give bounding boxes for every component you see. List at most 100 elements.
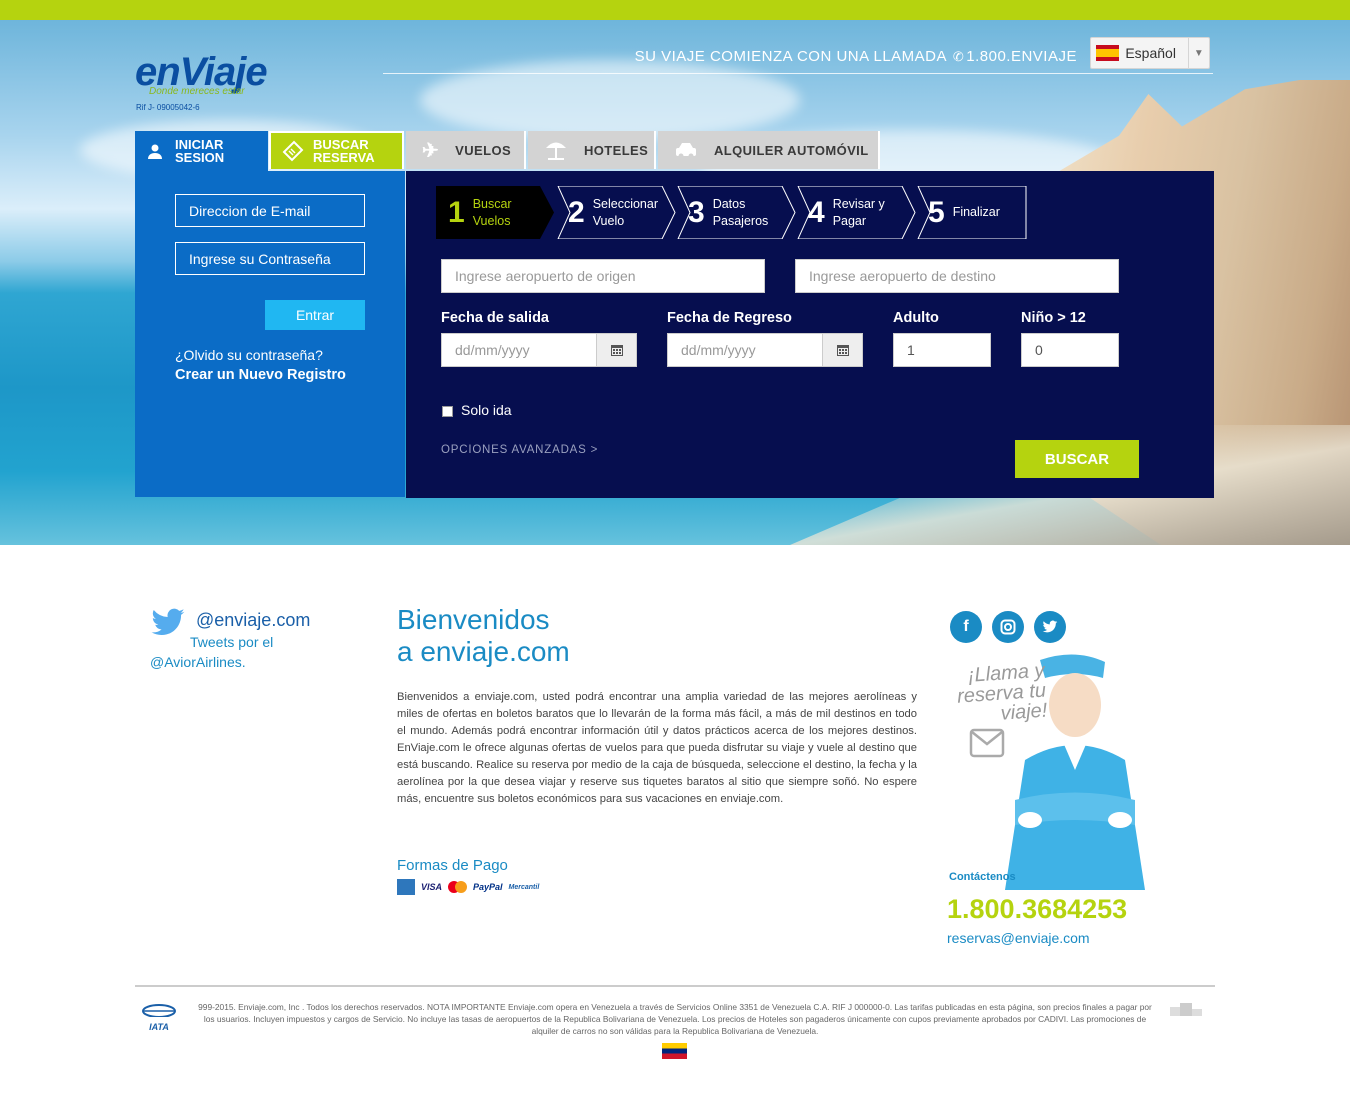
welcome-title-line1: Bienvenidos [397,604,550,635]
tab-label: BUSCAR RESERVA [313,137,375,165]
welcome-title-line2: a enviaje.com [397,636,570,667]
date-placeholder: dd/mm/yyyy [455,342,530,358]
beach-umbrella-icon [546,142,566,160]
top-accent-bar [0,0,1350,20]
step-number: 1 [448,195,465,229]
iata-label: IATA [149,1022,169,1032]
password-field[interactable] [175,242,365,275]
airplane-icon: ✈ [422,139,440,162]
twitter-handle[interactable]: @enviaje.com [196,610,310,631]
mercantil-icon: Mercantil [508,883,540,891]
step-finalizar: 5 Finalizar [916,186,1028,239]
paypal-icon: PayPal [473,882,503,892]
login-panel: Entrar ¿Olvido su contraseña? Crear un N… [135,171,405,497]
origin-airport-input[interactable]: Ingrese aeropuerto de origen [441,259,765,293]
tab-iniciar-sesion[interactable]: INICIAR SESION [135,131,268,171]
venezuela-flag-icon [662,1043,687,1059]
welcome-section: Bienvenidos a enviaje.com Bienvenidos a e… [397,604,917,808]
tweets-by-text: Tweets por el [190,634,274,650]
legal-notice: 999-2015. Enviaje.com, Inc . Todos los d… [198,1002,1152,1036]
child-count-input[interactable]: 0 [1021,333,1119,367]
call-promo-text: ¡Llama y reserva tu viaje! [956,659,1049,725]
step-label: Datos Pasajeros [712,196,769,228]
step-label: Finalizar [952,205,1000,219]
payment-methods: VISA PayPal Mercantil [397,879,539,895]
tab-label: VUELOS [455,142,512,158]
step-number: 4 [808,195,825,229]
language-select[interactable]: Español ▼ [1090,37,1210,69]
contact-phone[interactable]: 1.800.3684253 [947,894,1127,925]
envelope-icon [969,728,1005,758]
advanced-options-link[interactable]: OPCIONES AVANZADAS > [441,444,598,456]
visa-icon: VISA [421,882,443,892]
phone-icon: ✆ [952,49,965,64]
step-number: 3 [688,195,705,229]
call-number: 1.800.ENVIAJE [966,48,1077,65]
welcome-title: Bienvenidos a enviaje.com [397,604,917,668]
call-text: SU VIAJE COMIENZA CON UNA LLAMADA [634,48,947,65]
salida-label: Fecha de salida [441,310,549,326]
tab-label: INICIAR SESION [175,137,225,165]
mastercard-icon [448,881,468,893]
twitter-widget: @enviaje.com Tweets por el @AviorAirline… [150,608,310,670]
search-button[interactable]: BUSCAR [1015,440,1139,478]
iata-globe-icon [142,1004,176,1018]
solo-ida-label: Solo ida [461,402,512,418]
buildings-icon [1170,1003,1202,1016]
calendar-icon[interactable] [822,334,862,366]
tab-label: ALQUILER AUTOMÓVIL [714,142,869,158]
amex-icon [397,879,415,895]
step-revisar-pagar: 4 Revisar y Pagar [796,186,916,239]
flight-search-panel: 1 Buscar Vuelos 2 Seleccionar Vuelo 3 Datos… [406,171,1214,498]
social-links: f [950,611,1066,643]
footer-divider [135,985,1215,987]
tab-alquiler-automovil[interactable]: ALQUILER AUTOMÓVIL [658,131,880,169]
step-label: Buscar Vuelos [472,196,512,228]
step-label: Seleccionar Vuelo [592,196,659,228]
welcome-body: Bienvenidos a enviaje.com, usted podrá e… [397,691,917,805]
twitter-bird-icon [151,608,185,636]
register-link[interactable]: Crear un Nuevo Registro [175,367,346,383]
destination-airport-input[interactable]: Ingrese aeropuerto de destino [795,259,1119,293]
booking-steps: 1 Buscar Vuelos 2 Seleccionar Vuelo 3 Datos… [436,186,1028,239]
user-icon [148,144,162,159]
rif-number: Rif J- 09005042-6 [136,103,200,112]
adulto-label: Adulto [893,310,939,326]
step-number: 2 [568,195,585,229]
step-number: 5 [928,195,945,229]
step-label: Revisar y Pagar [832,196,885,228]
contact-label: Contáctenos [949,871,1016,883]
chevron-down-icon[interactable]: ▼ [1187,37,1209,69]
spain-flag-icon [1096,45,1120,61]
date-placeholder: dd/mm/yyyy [681,342,756,358]
contact-email[interactable]: reservas@enviaje.com [947,930,1090,946]
twitter-icon[interactable] [1034,611,1066,643]
email-field[interactable] [175,194,365,227]
calendar-icon[interactable] [596,334,636,366]
nino-label: Niño > 12 [1021,310,1086,326]
tab-vuelos[interactable]: ✈ VUELOS [406,131,526,169]
iata-logo: IATA [141,1003,177,1032]
solo-ida-checkbox[interactable] [442,406,453,417]
step-seleccionar-vuelo: 2 Seleccionar Vuelo [556,186,676,239]
tab-buscar-reserva[interactable]: BUSCAR RESERVA [269,131,404,169]
ticket-icon [282,140,304,162]
logo-tagline: Donde mereces estar [149,86,245,97]
adult-count-input[interactable]: 1 [893,333,991,367]
step-buscar-vuelos: 1 Buscar Vuelos [436,186,556,239]
login-button[interactable]: Entrar [265,300,365,330]
tab-hoteles[interactable]: HOTELES [528,131,656,169]
call-banner: SU VIAJE COMIENZA CON UNA LLAMADA ✆ 1.800… [383,44,1213,74]
regreso-label: Fecha de Regreso [667,310,792,326]
tab-label: HOTELES [584,142,649,158]
language-label: Español [1125,45,1176,61]
step-datos-pasajeros: 3 Datos Pasajeros [676,186,796,239]
instagram-icon[interactable] [992,611,1024,643]
facebook-icon[interactable]: f [950,611,982,643]
departure-date-input[interactable]: dd/mm/yyyy [441,333,637,367]
forgot-password-link[interactable]: ¿Olvido su contraseña? [175,347,323,363]
car-icon [676,143,696,159]
return-date-input[interactable]: dd/mm/yyyy [667,333,863,367]
payment-methods-title: Formas de Pago [397,857,508,874]
twitter-account-link[interactable]: @AviorAirlines. [150,654,246,670]
